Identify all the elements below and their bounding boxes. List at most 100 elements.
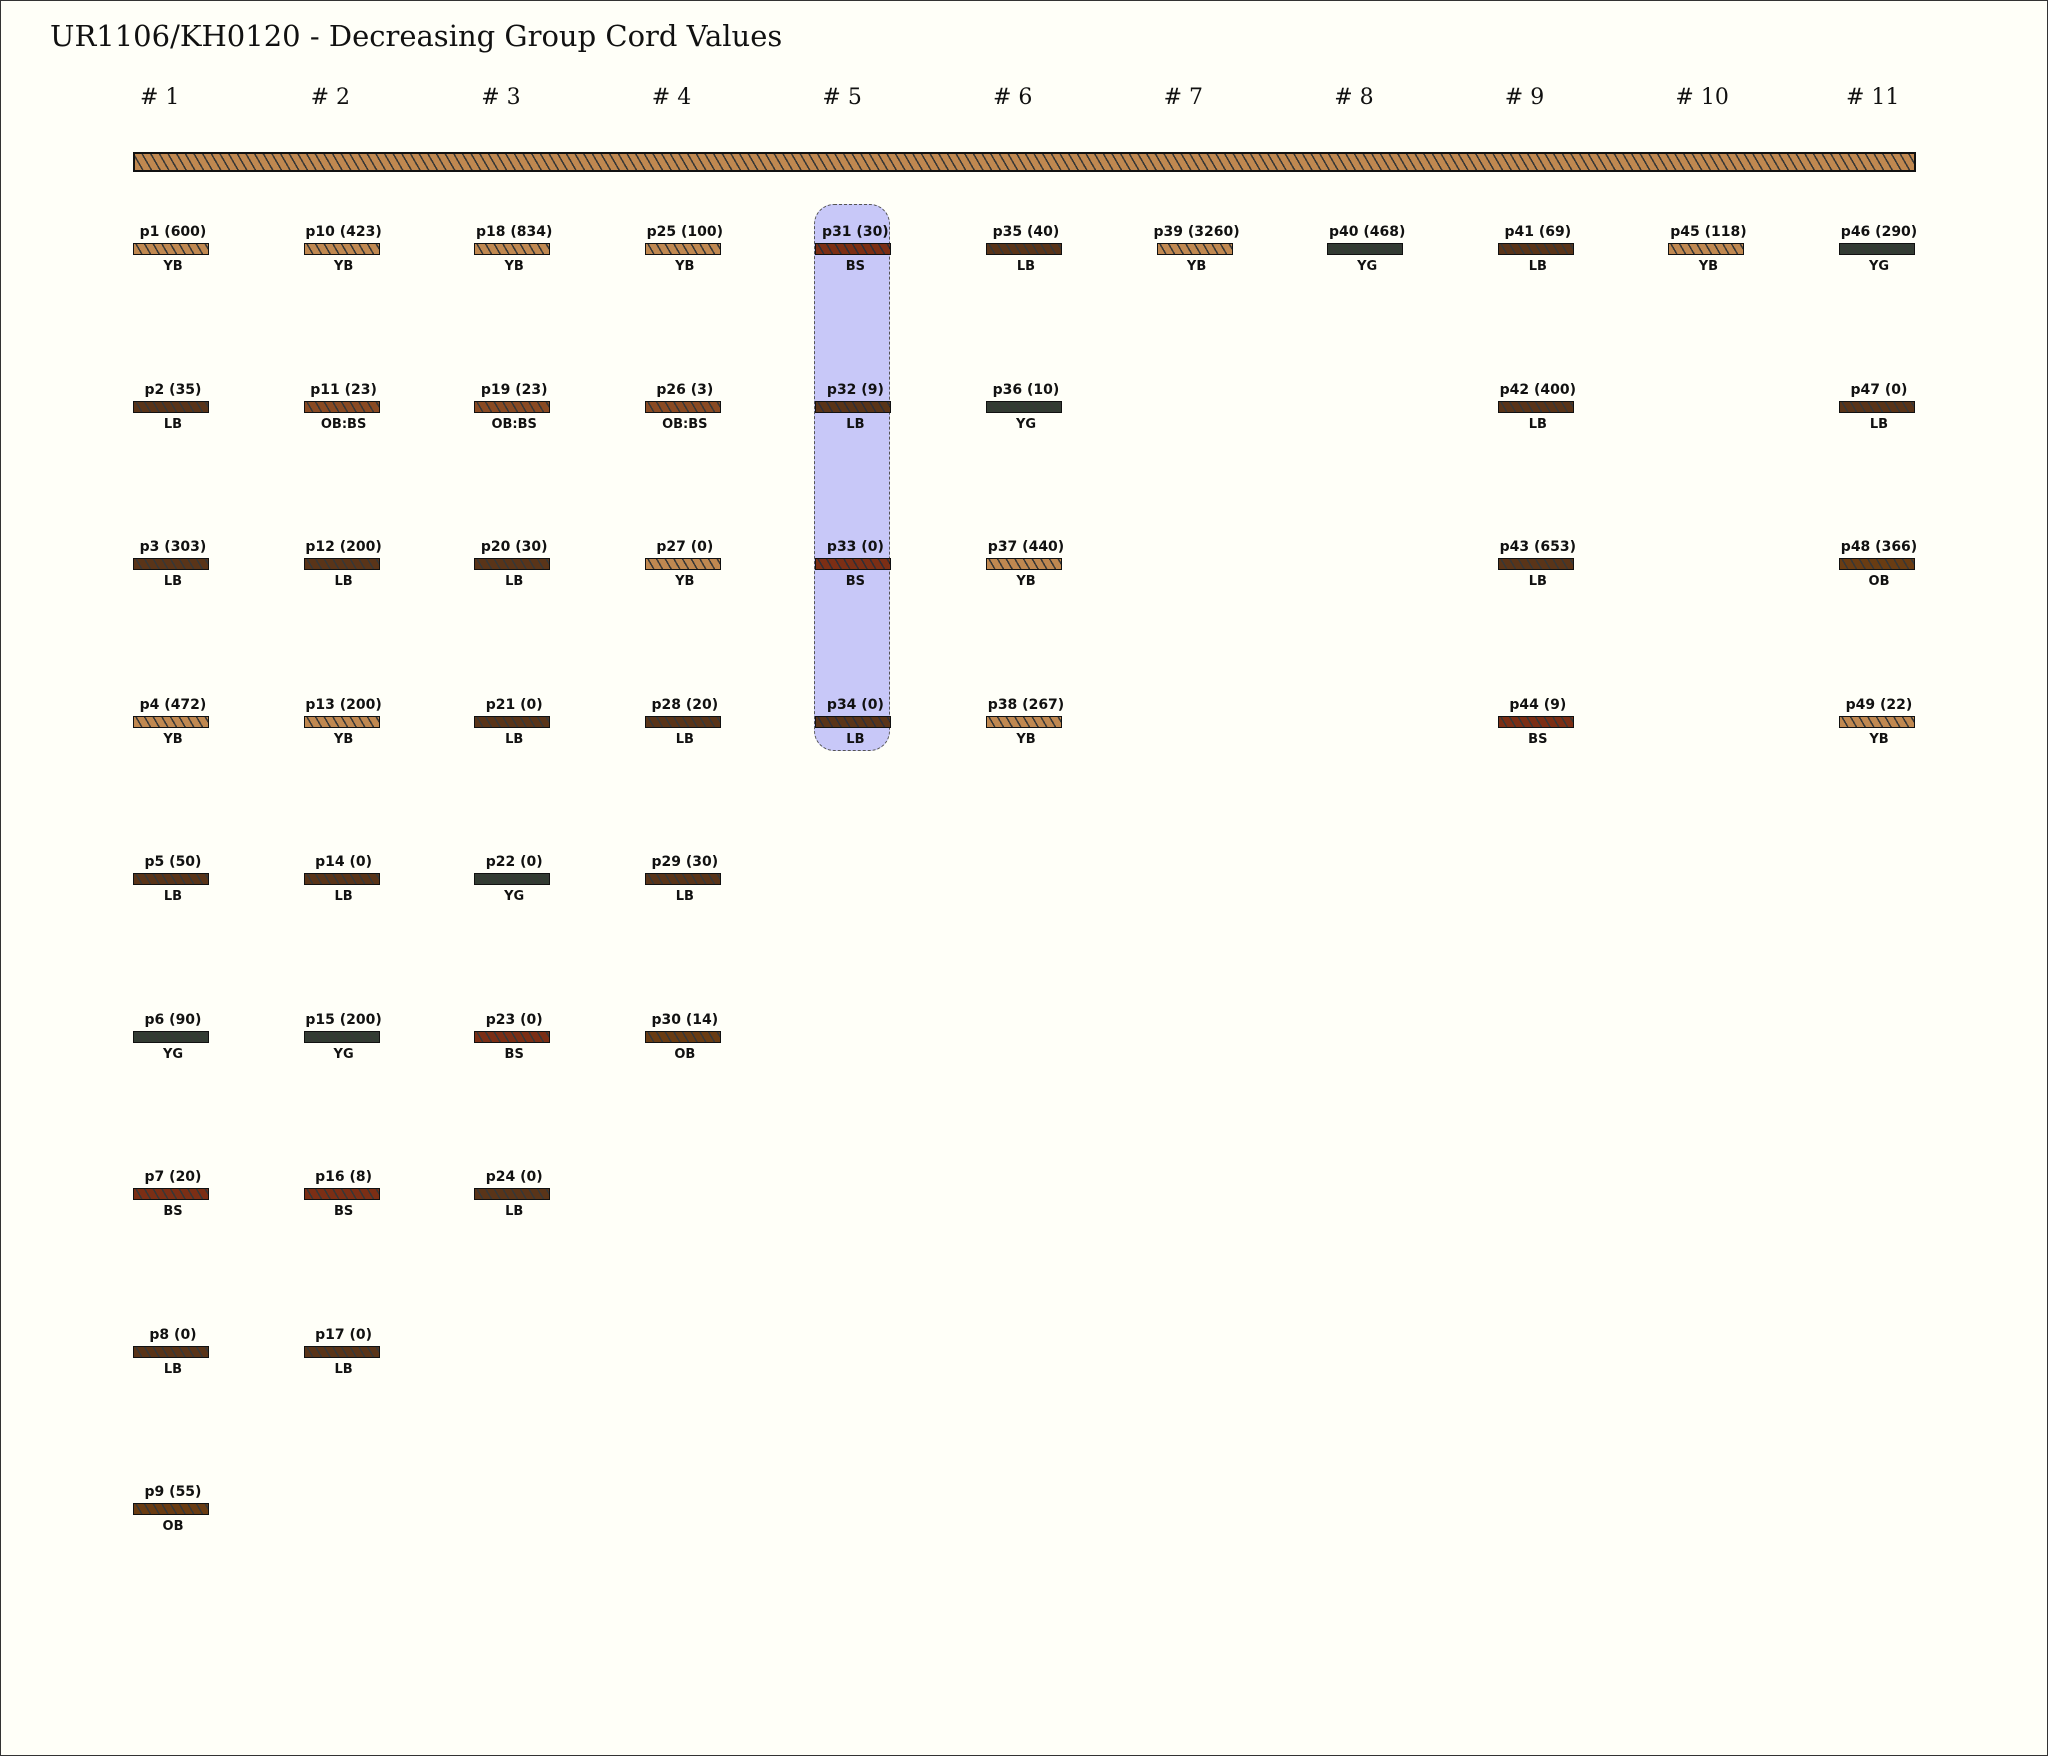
pendant-cord-swatch xyxy=(303,400,380,413)
pendant-color-code: YB xyxy=(1869,731,1889,747)
pendant-color-code: LB xyxy=(846,416,865,432)
pendant-cord-swatch xyxy=(644,1030,721,1043)
pendant-color-code: YB xyxy=(1016,731,1036,747)
pendant-label: p30 (14) xyxy=(651,1011,719,1028)
pendant-color-code: BS xyxy=(504,1046,524,1062)
pendant-color-code: LB xyxy=(163,574,183,589)
pendant-label: p34 (0) xyxy=(826,696,884,713)
pendant-cord-swatch xyxy=(474,243,551,255)
pendant-cord-swatch xyxy=(303,1188,380,1200)
group-label: # 10 xyxy=(1675,85,1729,110)
pendant-cord-swatch xyxy=(644,400,721,413)
pendant-label: p3 (303) xyxy=(139,539,207,555)
pendant-label: p16 (8) xyxy=(315,1169,373,1185)
pendant-color-code: LB xyxy=(1528,416,1547,432)
pendant-color-code: YB xyxy=(333,731,354,747)
pendant-cord-swatch xyxy=(133,1030,209,1043)
pendant-cord-swatch xyxy=(1156,243,1233,255)
pendant-color-code: LB xyxy=(334,1361,353,1377)
pendant-color-code: LB xyxy=(675,889,694,904)
group-label: # 11 xyxy=(1846,85,1900,110)
pendant-label: p11 (23) xyxy=(310,381,377,398)
pendant-cord-swatch xyxy=(303,1345,380,1358)
pendant-label: p9 (55) xyxy=(144,1484,202,1500)
pendant-label: p39 (3260) xyxy=(1153,224,1240,240)
pendant-cord-swatch xyxy=(986,558,1062,570)
pendant-color-code: LB xyxy=(1016,259,1036,274)
pendant-label: p46 (290) xyxy=(1840,224,1918,240)
pendant-label: p36 (10) xyxy=(992,381,1060,398)
pendant-label: p4 (472) xyxy=(139,696,207,713)
pendant-color-code: LB xyxy=(163,416,183,432)
pendant-color-code: YB xyxy=(1186,259,1207,274)
pendant-cord-swatch xyxy=(1839,243,1915,255)
pendant-label: p13 (200) xyxy=(305,696,382,713)
pendant-cord-swatch xyxy=(1497,558,1574,570)
pendant-color-code: BS xyxy=(845,574,866,589)
pendant-cord-swatch xyxy=(474,1188,551,1200)
group-label: # 2 xyxy=(310,85,351,110)
pendant-color-code: YB xyxy=(1698,259,1719,274)
group-label: # 7 xyxy=(1163,85,1204,110)
pendant-cord-swatch xyxy=(1497,243,1574,255)
pendant-cord-swatch xyxy=(133,243,209,255)
pendant-color-code: YG xyxy=(333,1046,354,1062)
primary-cord xyxy=(133,152,1916,172)
pendant-label: p2 (35) xyxy=(144,381,202,398)
pendant-cord-swatch xyxy=(133,558,209,570)
pendant-label: p25 (100) xyxy=(646,224,723,240)
pendant-cord-swatch xyxy=(474,558,551,570)
pendant-color-code: OB xyxy=(674,1046,696,1062)
group-label: # 8 xyxy=(1334,85,1374,110)
pendant-color-code: BS xyxy=(163,1204,183,1219)
pendant-cord-swatch xyxy=(133,1188,209,1200)
pendant-color-code: OB:BS xyxy=(662,416,708,432)
pendant-label: p38 (267) xyxy=(987,696,1065,713)
pendant-color-code: YB xyxy=(675,574,695,589)
pendant-cord-swatch xyxy=(986,715,1062,728)
group-label: # 5 xyxy=(822,85,862,110)
pendant-color-code: BS xyxy=(333,1204,354,1219)
pendant-label: p35 (40) xyxy=(992,224,1060,240)
pendant-color-code: YG xyxy=(162,1046,184,1062)
group-label: # 1 xyxy=(140,85,180,110)
pendant-cord-swatch xyxy=(1668,243,1745,255)
pendant-label: p41 (69) xyxy=(1504,224,1572,240)
pendant-cord-swatch xyxy=(303,243,380,255)
pendant-label: p24 (0) xyxy=(485,1169,543,1185)
group-label: # 3 xyxy=(481,85,521,110)
pendant-color-code: LB xyxy=(1528,259,1547,274)
pendant-color-code: LB xyxy=(1528,574,1547,589)
pendant-label: p42 (400) xyxy=(1499,381,1576,398)
pendant-color-code: YB xyxy=(504,259,524,274)
pendant-label: p15 (200) xyxy=(305,1011,382,1028)
pendant-cord-swatch xyxy=(815,400,892,413)
group-label: # 9 xyxy=(1504,85,1545,110)
pendant-color-code: YB xyxy=(163,259,183,274)
pendant-label: p7 (20) xyxy=(144,1169,202,1185)
pendant-cord-swatch xyxy=(474,1030,551,1043)
pendant-label: p47 (0) xyxy=(1850,381,1908,398)
pendant-cord-swatch xyxy=(303,715,380,728)
pendant-cord-swatch xyxy=(1839,400,1915,413)
pendant-label: p23 (0) xyxy=(485,1011,543,1028)
pendant-label: p45 (118) xyxy=(1670,224,1747,240)
pendant-cord-swatch xyxy=(644,243,721,255)
pendant-cord-swatch xyxy=(644,558,721,570)
pendant-color-code: YG xyxy=(1868,259,1890,274)
pendant-label: p10 (423) xyxy=(305,224,382,240)
pendant-label: p37 (440) xyxy=(987,539,1065,555)
pendant-label: p6 (90) xyxy=(144,1011,202,1028)
pendant-cord-swatch xyxy=(644,873,721,885)
pendant-color-code: YG xyxy=(1015,416,1037,432)
pendant-color-code: LB xyxy=(1869,416,1889,432)
pendant-label: p20 (30) xyxy=(480,539,548,555)
pendant-cord-swatch xyxy=(474,400,551,413)
pendant-color-code: LB xyxy=(505,731,524,747)
pendant-label: p28 (20) xyxy=(651,696,719,713)
pendant-cord-swatch xyxy=(1839,715,1915,728)
pendant-cord-swatch xyxy=(133,400,209,413)
pendant-label: p18 (834) xyxy=(475,224,553,240)
pendant-cord-swatch xyxy=(474,715,551,728)
pendant-label: p43 (653) xyxy=(1499,539,1576,555)
